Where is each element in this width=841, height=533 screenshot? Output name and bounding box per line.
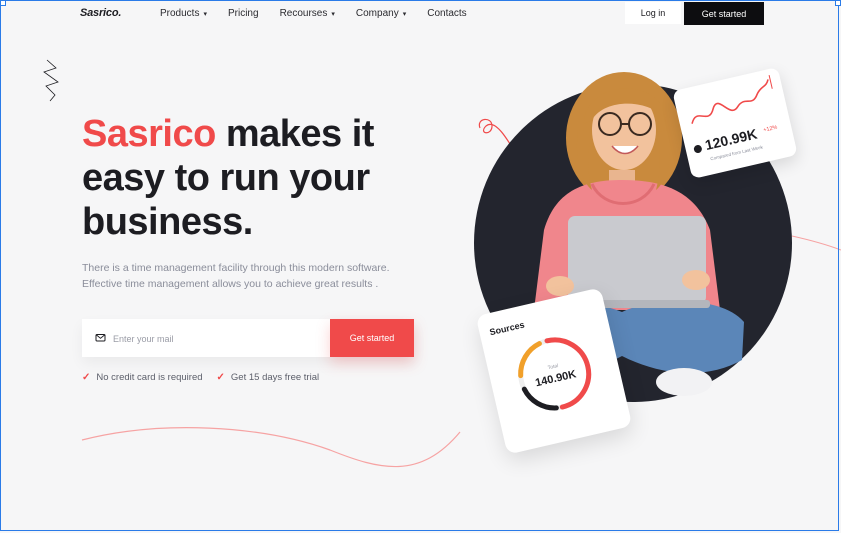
check-icon: ✓ bbox=[82, 372, 91, 383]
email-input[interactable] bbox=[111, 328, 325, 350]
top-navigation: Sasrico. Products ▾ Pricing Recourses ▾ … bbox=[0, 0, 841, 27]
hero-description-line-2: Effective time management allows you to … bbox=[82, 278, 379, 290]
nav-item-label: Contacts bbox=[427, 8, 467, 19]
nav-item-pricing[interactable]: Pricing bbox=[228, 8, 259, 19]
selection-handle[interactable] bbox=[0, 0, 6, 6]
perk-label: Get 15 days free trial bbox=[230, 372, 320, 383]
hero-description-line-1: There is a time management facility thro… bbox=[82, 262, 390, 274]
nav-item-label: Company bbox=[355, 8, 399, 19]
hero-heading-line-3: business. bbox=[82, 201, 253, 243]
hero-heading-line-2: easy to run your bbox=[82, 157, 370, 199]
perks-list: ✓ No credit card is required ✓ Get 15 da… bbox=[82, 372, 319, 383]
wave-line-right bbox=[791, 235, 841, 251]
check-icon: ✓ bbox=[216, 372, 225, 383]
hero-description: There is a time management facility thro… bbox=[82, 260, 442, 292]
get-started-nav-button[interactable]: Get started bbox=[684, 2, 764, 25]
nav-item-company[interactable]: Company ▾ bbox=[356, 8, 406, 19]
mail-icon bbox=[95, 334, 106, 342]
nav-item-label: Pricing bbox=[227, 8, 259, 19]
perk-label: No credit card is required bbox=[96, 372, 203, 383]
hero-heading-brand: Sasrico bbox=[82, 113, 216, 155]
email-signup-form: Get started bbox=[82, 319, 414, 357]
perk-item: ✓ No credit card is required bbox=[82, 372, 203, 383]
chevron-down-icon: ▾ bbox=[331, 11, 335, 18]
nav-item-products[interactable]: Products ▾ bbox=[160, 8, 207, 19]
logo[interactable]: Sasrico. bbox=[80, 7, 121, 19]
chevron-down-icon: ▾ bbox=[402, 11, 407, 18]
nav-item-label: Products bbox=[160, 8, 200, 19]
hero-heading: Sasrico makes it easy to run your busine… bbox=[82, 112, 442, 244]
sources-title: Sources bbox=[488, 319, 526, 338]
chevron-down-icon: ▾ bbox=[203, 11, 207, 18]
nav-item-contacts[interactable]: Contacts bbox=[427, 8, 466, 19]
perk-item: ✓ Get 15 days free trial bbox=[217, 372, 320, 383]
selection-handle[interactable] bbox=[835, 0, 841, 6]
get-started-button[interactable]: Get started bbox=[330, 319, 414, 357]
scribble-icon bbox=[43, 59, 59, 102]
wave-line bbox=[81, 427, 461, 468]
nav-item-recourses[interactable]: Recourses ▾ bbox=[280, 8, 335, 19]
hero-heading-line-1: makes it bbox=[215, 113, 375, 155]
arrow-up-icon bbox=[693, 145, 702, 154]
nav-menu: Products ▾ Pricing Recourses ▾ Company ▾… bbox=[160, 8, 488, 19]
nav-item-label: Recourses bbox=[279, 8, 328, 19]
login-button[interactable]: Log in bbox=[625, 2, 681, 24]
